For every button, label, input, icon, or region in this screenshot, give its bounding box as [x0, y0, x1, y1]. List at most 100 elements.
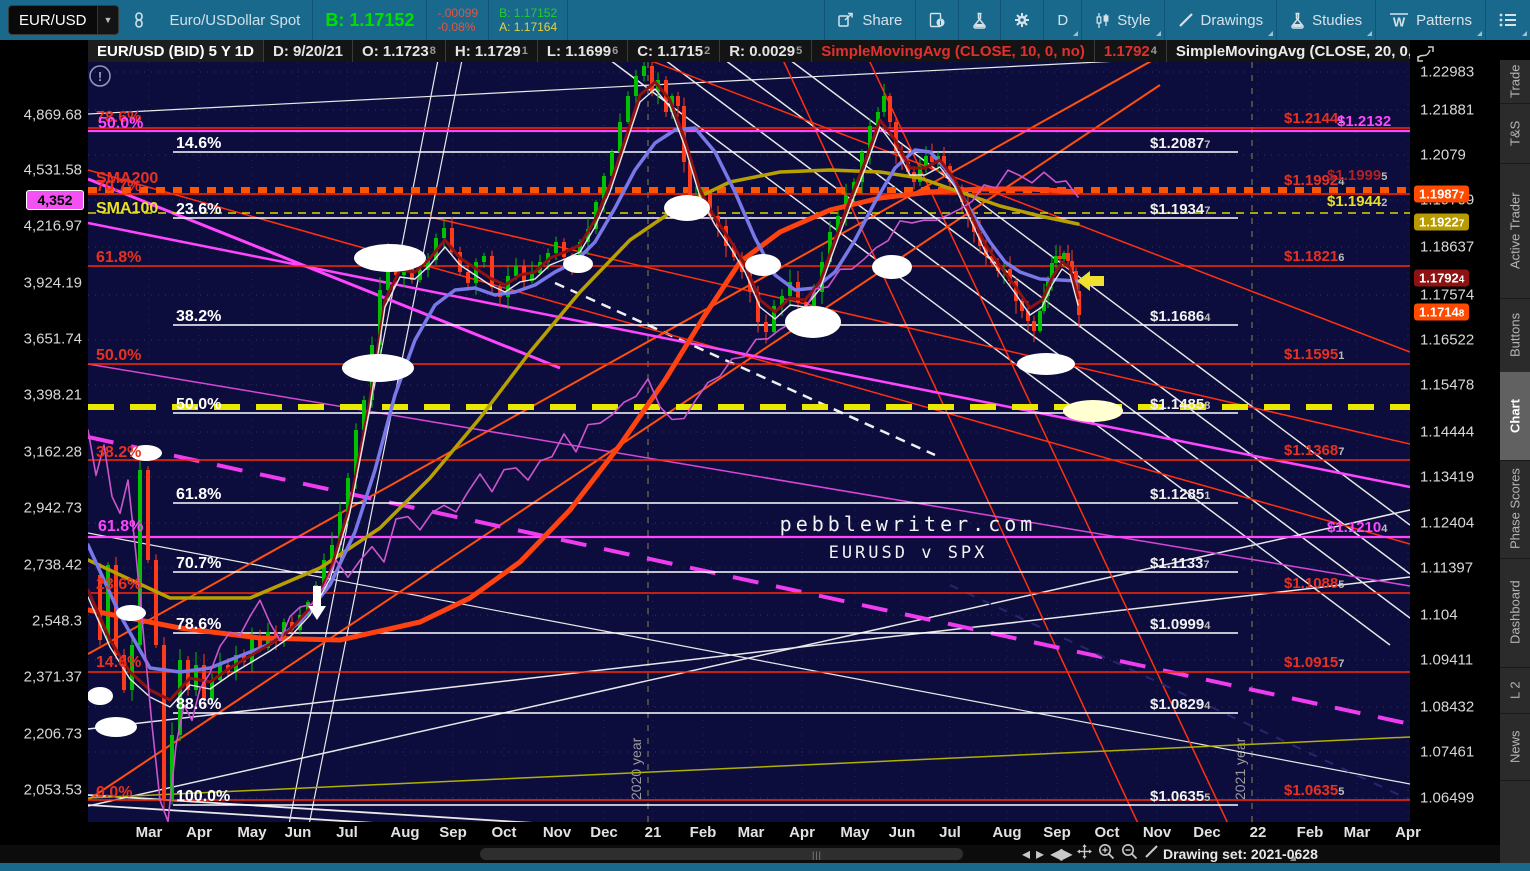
highlight-ellipse[interactable] [354, 244, 426, 272]
header-segment: O: 1.1723 8 [353, 40, 446, 62]
left-axis-tick: 3,162.28 [23, 443, 82, 461]
studies-button[interactable]: Studies [1277, 0, 1375, 40]
symbol-input[interactable]: EUR/USD [9, 12, 97, 29]
note-icon: i [929, 12, 945, 28]
share-button[interactable]: Share [825, 0, 915, 40]
right-axis-tick: 1.17574 [1420, 286, 1475, 304]
highlight-ellipse[interactable] [342, 354, 414, 382]
sidebar-tab-phase-scores[interactable]: Phase Scores [1500, 460, 1530, 559]
highlight-ellipse[interactable] [872, 255, 912, 279]
style-label: Style [1117, 11, 1151, 29]
svg-text:W: W [1393, 15, 1406, 29]
highlight-ellipse[interactable] [1017, 353, 1075, 375]
step-right-icon[interactable]: ▸ [1036, 844, 1044, 864]
chevron-down-icon[interactable]: ▼ [96, 6, 119, 34]
sidebar-tab-trade[interactable]: Trade [1500, 60, 1530, 104]
price-marker-box: 1.17924 [1414, 269, 1470, 287]
highlight-ellipse[interactable] [116, 605, 146, 621]
right-price-axis[interactable]: 1.229831.218811.20791.197091.186371.1757… [1410, 40, 1500, 863]
drawings-button[interactable]: Drawings [1165, 0, 1277, 40]
gear-icon [1014, 12, 1030, 28]
step-left-icon[interactable]: ◂ [1022, 844, 1030, 864]
left-axis-tick: 3,398.21 [23, 386, 82, 404]
left-axis-tick: 4,531.58 [23, 161, 82, 179]
pan-icon[interactable] [1076, 844, 1092, 864]
right-axis-tick: 1.14444 [1420, 423, 1475, 441]
sidebar-tab-dashboard[interactable]: Dashboard [1500, 558, 1530, 668]
fib-price-label-white: $1.14858 [1150, 396, 1210, 413]
share-icon [838, 12, 855, 28]
sidebar-tab-news[interactable]: News [1500, 713, 1530, 781]
fib-price-label-white: $1.06355 [1150, 788, 1210, 805]
fib-pct-label-magenta: 61.8% [98, 518, 143, 535]
sidebar-tab-t-s[interactable]: T&S [1500, 103, 1530, 164]
patterns-button[interactable]: W Patterns [1376, 0, 1485, 40]
menu-button[interactable] [1486, 0, 1530, 40]
highlight-ellipse[interactable] [664, 195, 710, 221]
sidebar-tab-l-2[interactable]: L 2 [1500, 667, 1530, 714]
right-axis-tick: 1.12404 [1420, 514, 1475, 532]
x-axis-month: Dec [1193, 824, 1221, 841]
header-segment: EUR/USD (BID) 5 Y 1D [88, 40, 264, 62]
pencil-icon [1178, 12, 1194, 28]
fib-price-label-magenta: $1.12104 [1327, 519, 1388, 536]
beaker-button[interactable] [959, 0, 1000, 40]
zoom-in-icon[interactable] [1098, 843, 1115, 865]
scrollbar-handle[interactable]: ||| [812, 850, 822, 860]
fib-price-label-yellow: $1.19442 [1327, 193, 1387, 210]
chart-scrollbar[interactable]: ||| [480, 848, 963, 860]
bottom-edge-strip [0, 863, 1530, 871]
left-price-axis-spx[interactable]: 4,869.68 4,531.58 4,216.97 3,924.19 3,651.74… [0, 40, 88, 863]
header-segment: SimpleMovingAvg (CLOSE, 20, 0,… [1167, 40, 1410, 62]
left-axis-tick: 2,053.53 [23, 781, 82, 799]
highlight-ellipse[interactable] [1063, 400, 1123, 422]
fib-price-label-red: $1.10885 [1284, 575, 1344, 592]
x-axis-month: Apr [1395, 824, 1421, 841]
jump-end-icon[interactable]: ◀▶ [1050, 844, 1073, 864]
zoom-out-icon[interactable] [1121, 843, 1138, 865]
symbol-selector[interactable]: EUR/USD ▼ [8, 5, 120, 35]
fib-price-label-white: $1.12851 [1150, 486, 1210, 503]
highlight-ellipse[interactable] [785, 306, 841, 338]
interval-label: D [1057, 11, 1069, 29]
fib-price-label-magenta: $1.2132 [1337, 113, 1391, 130]
sidebar-tab-buttons[interactable]: Buttons [1500, 298, 1530, 373]
price-marker-box: 1.17148 [1414, 303, 1470, 321]
highlight-ellipse[interactable] [88, 687, 113, 705]
alert-info-glyph: ! [98, 69, 102, 84]
header-segment: C: 1.1715 2 [628, 40, 721, 62]
highlight-ellipse[interactable] [745, 254, 781, 276]
highlight-ellipse[interactable] [95, 717, 137, 737]
fib-pct-label-red: 50.0% [96, 347, 141, 364]
spx-current-badge: 4,352 [26, 190, 84, 210]
price-marker-box: 1.19227 [1414, 213, 1470, 231]
ask-quote: A: 1.17164 [499, 20, 558, 34]
fib-pct-label-red: 61.8% [96, 249, 141, 266]
link-icon[interactable] [131, 12, 147, 28]
time-axis[interactable]: Mar Apr May Jun Jul Aug Sep Oct Nov Dec 21 Feb Mar Ap… [0, 822, 1530, 845]
interval-button[interactable]: D [1044, 0, 1081, 40]
style-button[interactable]: Style [1082, 0, 1163, 40]
x-axis-month: Mar [737, 824, 765, 841]
right-gadget-sidebar: Trade T&S Active Trader Buttons Chart Phase S… [1500, 60, 1530, 863]
drawing-set-caret-icon[interactable] [1290, 855, 1296, 861]
x-axis-month: Sep [439, 824, 467, 841]
fib-price-label-red: $1.18216 [1284, 248, 1344, 265]
chart-canvas[interactable]: 2020 year 2021 year 14.6% $1.20877 23.6% $1.1… [88, 62, 1410, 822]
x-axis-month: Oct [1094, 824, 1120, 841]
left-axis-tick: 3,924.19 [23, 274, 82, 292]
fib-pct-label-red: 14.6% [96, 654, 141, 671]
draw-line-icon[interactable] [1144, 844, 1159, 864]
chart-plot-area[interactable]: 2020 year 2021 year 14.6% $1.20877 23.6% $1.1… [88, 62, 1410, 822]
sidebar-tab-chart[interactable]: Chart [1500, 372, 1530, 461]
fib-pct-label-white: 14.6% [176, 135, 221, 152]
right-axis-tick: 1.104 [1420, 606, 1458, 624]
sidebar-tab-active-trader[interactable]: Active Trader [1500, 163, 1530, 299]
note-button[interactable]: i [916, 0, 958, 40]
highlight-ellipse[interactable] [563, 255, 593, 273]
studies-label: Studies [1312, 11, 1363, 29]
fib-price-label-darkred: $1.19995 [1327, 167, 1387, 184]
change-stack: -.00099 -0.08% [427, 6, 488, 34]
settings-button[interactable] [1001, 0, 1043, 40]
price-marker-box: 1.19877 [1414, 185, 1470, 203]
